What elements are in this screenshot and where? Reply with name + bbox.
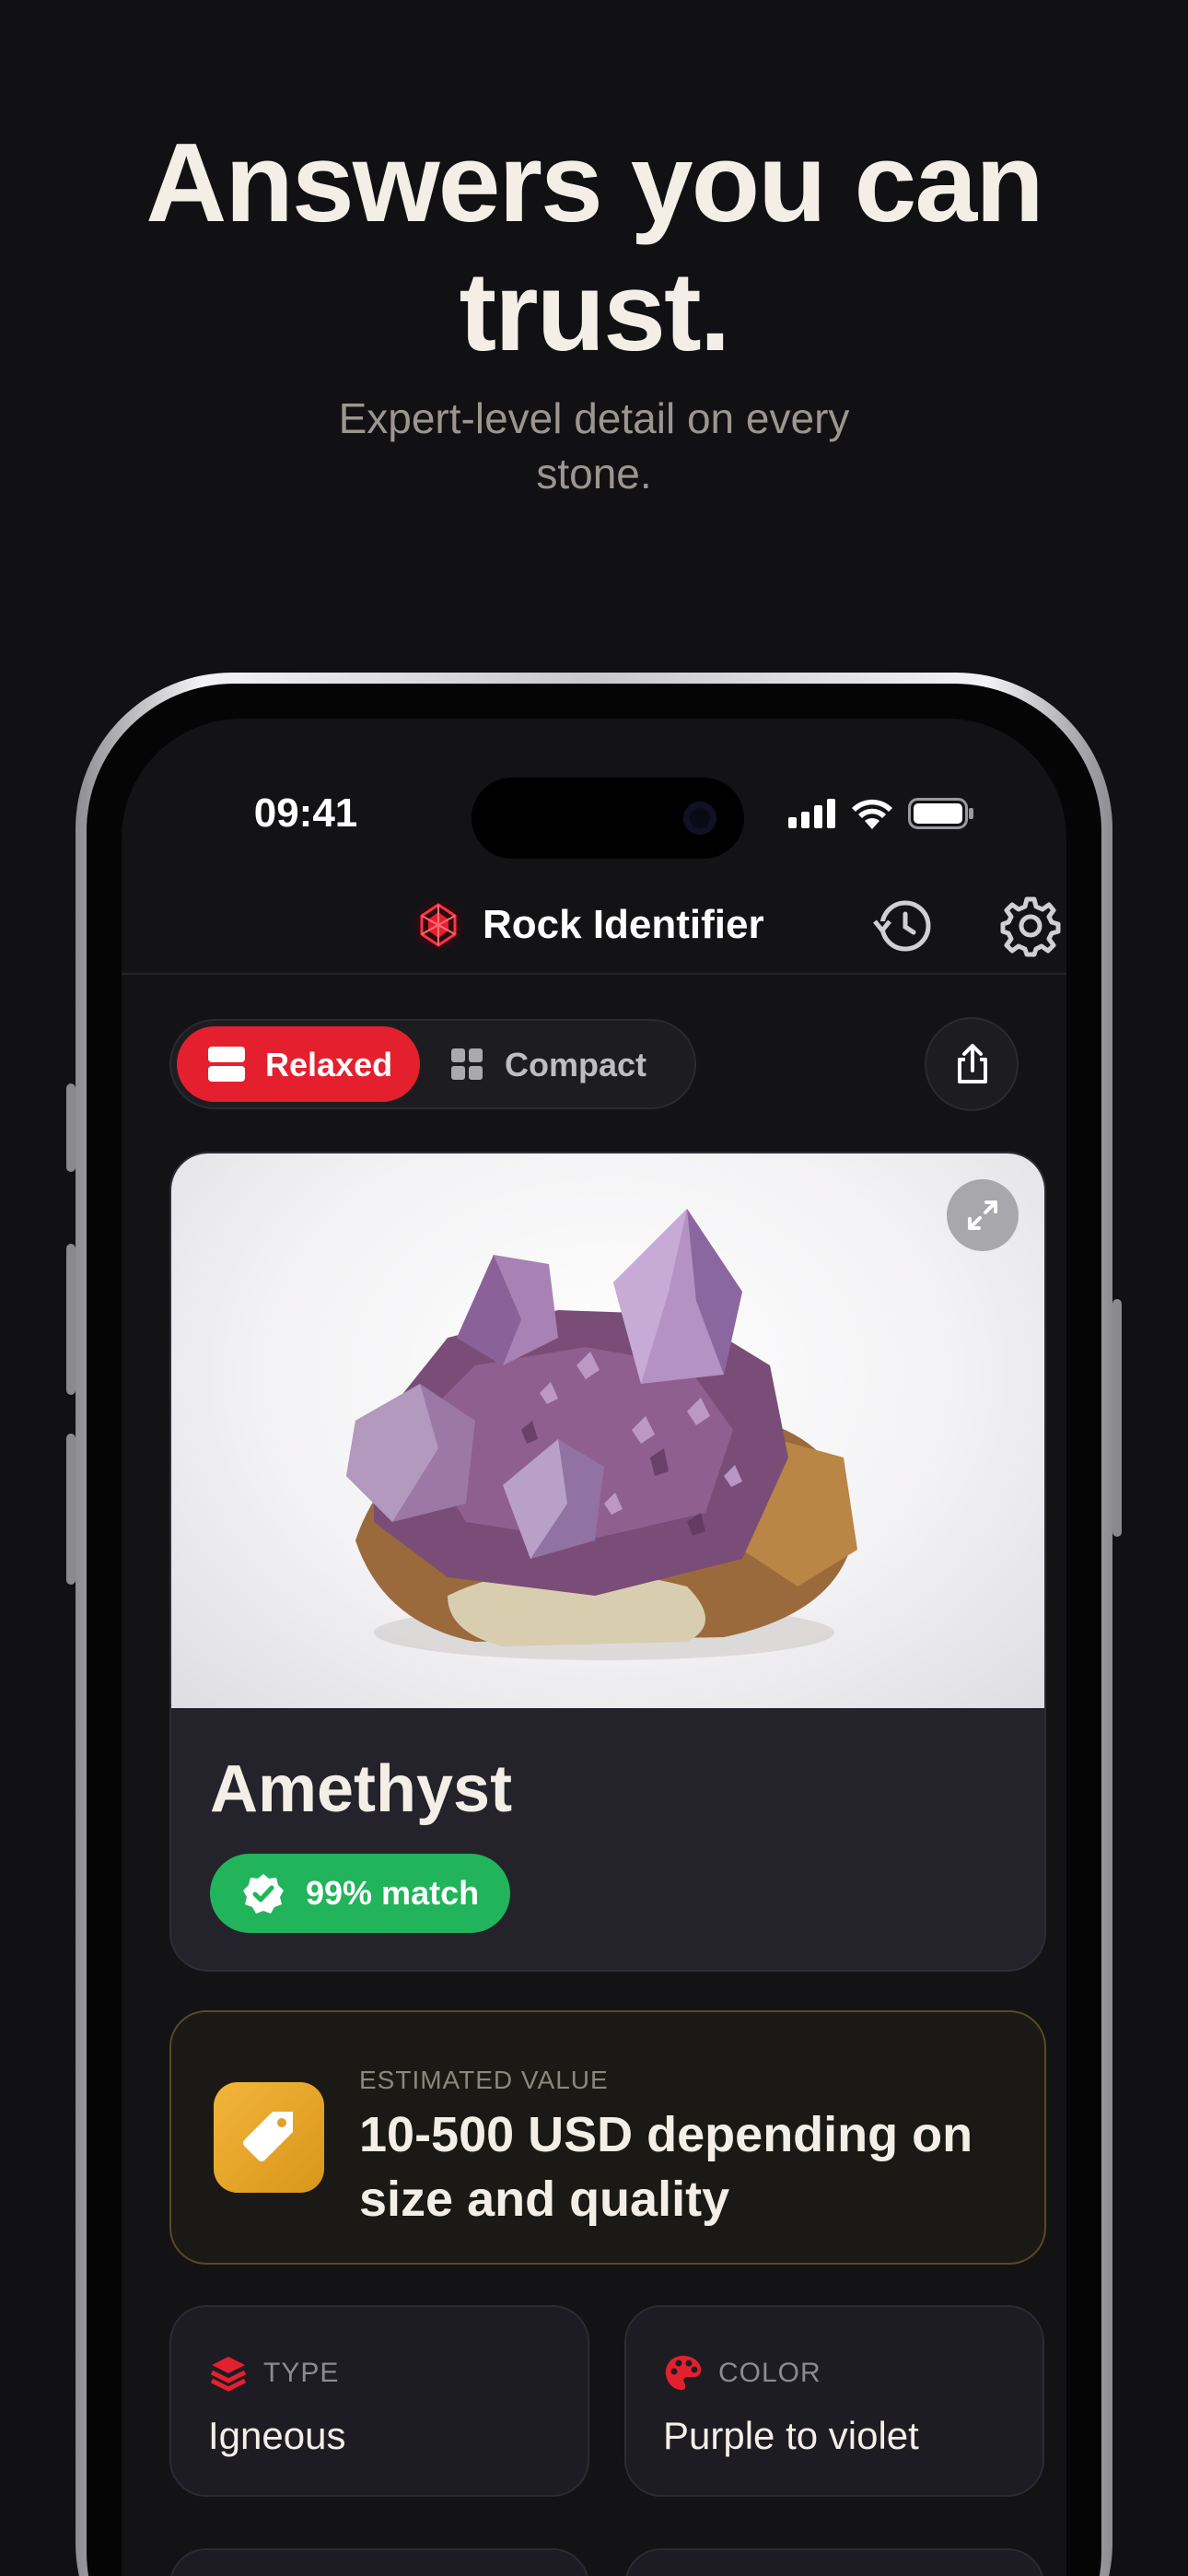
phone-volume-up-button — [66, 1244, 76, 1395]
estimated-value-text: 10-500 USD depending on size and quality — [359, 2107, 973, 2227]
property-value: Purple to violet — [663, 2414, 919, 2457]
price-tag-icon-box — [214, 2082, 324, 2193]
history-icon[interactable] — [871, 894, 936, 958]
price-tag-icon — [243, 2112, 293, 2161]
property-card-type[interactable]: TYPE Igneous — [169, 2305, 589, 2497]
amethyst-cluster-image — [346, 1209, 857, 1660]
view-mode-toggle: Relaxed Compact — [169, 1019, 696, 1109]
app-store-screenshot: Answers you can trust. Expert-level deta… — [0, 0, 1188, 2576]
identification-card[interactable]: Amethyst 99% match — [169, 1152, 1046, 1972]
rock-logo-icon — [414, 901, 462, 949]
compact-view-icon — [451, 1048, 483, 1080]
gear-icon[interactable] — [998, 894, 1063, 958]
hero-title-line1: Answers you can — [146, 120, 1043, 245]
dynamic-island — [472, 778, 744, 859]
property-value: Igneous — [208, 2414, 346, 2457]
wifi-icon — [852, 799, 892, 829]
expand-photo-button[interactable] — [947, 1179, 1019, 1251]
stone-name: Amethyst — [210, 1752, 513, 1826]
cellular-signal-icon — [788, 799, 835, 828]
verified-check-icon — [243, 1874, 284, 1914]
hero-title: Answers you can trust. — [0, 118, 1188, 376]
status-icons — [788, 798, 974, 829]
phone-screen: 09:41 Rock Identifier Relaxed Compact Am… — [122, 719, 1066, 2576]
stone-photo[interactable] — [171, 1153, 1044, 1708]
phone-action-button — [66, 1083, 76, 1172]
property-card-partial[interactable] — [169, 2548, 589, 2576]
hero-title-line2: trust. — [459, 249, 731, 374]
expand-icon — [968, 1200, 997, 1230]
relaxed-label: Relaxed — [265, 1046, 393, 1083]
share-icon — [958, 1044, 987, 1083]
phone-volume-down-button — [66, 1434, 76, 1585]
phone-bezel: 09:41 Rock Identifier Relaxed Compact Am… — [87, 684, 1101, 2576]
phone-frame: 09:41 Rock Identifier Relaxed Compact Am… — [76, 673, 1112, 2576]
match-label: 99% match — [306, 1874, 480, 1912]
relaxed-option[interactable]: Relaxed — [177, 1026, 420, 1102]
app-header: Rock Identifier — [122, 872, 1066, 975]
estimated-value-card: ESTIMATED VALUE 10-500 USD depending on … — [169, 2010, 1046, 2265]
property-card-color[interactable]: COLOR Purple to violet — [624, 2305, 1044, 2497]
estimated-value-label: ESTIMATED VALUE — [359, 2066, 609, 2094]
phone-power-button — [1112, 1299, 1122, 1537]
palette-icon — [665, 2356, 702, 2390]
status-time: 09:41 — [253, 790, 358, 836]
share-button[interactable] — [925, 1017, 1019, 1111]
app-title: Rock Identifier — [483, 902, 764, 947]
property-card-partial[interactable] — [624, 2548, 1044, 2576]
front-camera-icon — [683, 802, 716, 835]
property-label: TYPE — [263, 2358, 340, 2388]
relaxed-view-icon — [208, 1047, 245, 1082]
layers-icon — [210, 2357, 247, 2392]
compact-option[interactable]: Compact — [420, 1026, 689, 1102]
match-badge: 99% match — [210, 1854, 510, 1933]
hero-subtitle: Expert-level detail on every stone. — [338, 394, 850, 498]
compact-label: Compact — [505, 1046, 647, 1083]
property-label: COLOR — [718, 2358, 821, 2388]
battery-icon — [908, 798, 973, 829]
